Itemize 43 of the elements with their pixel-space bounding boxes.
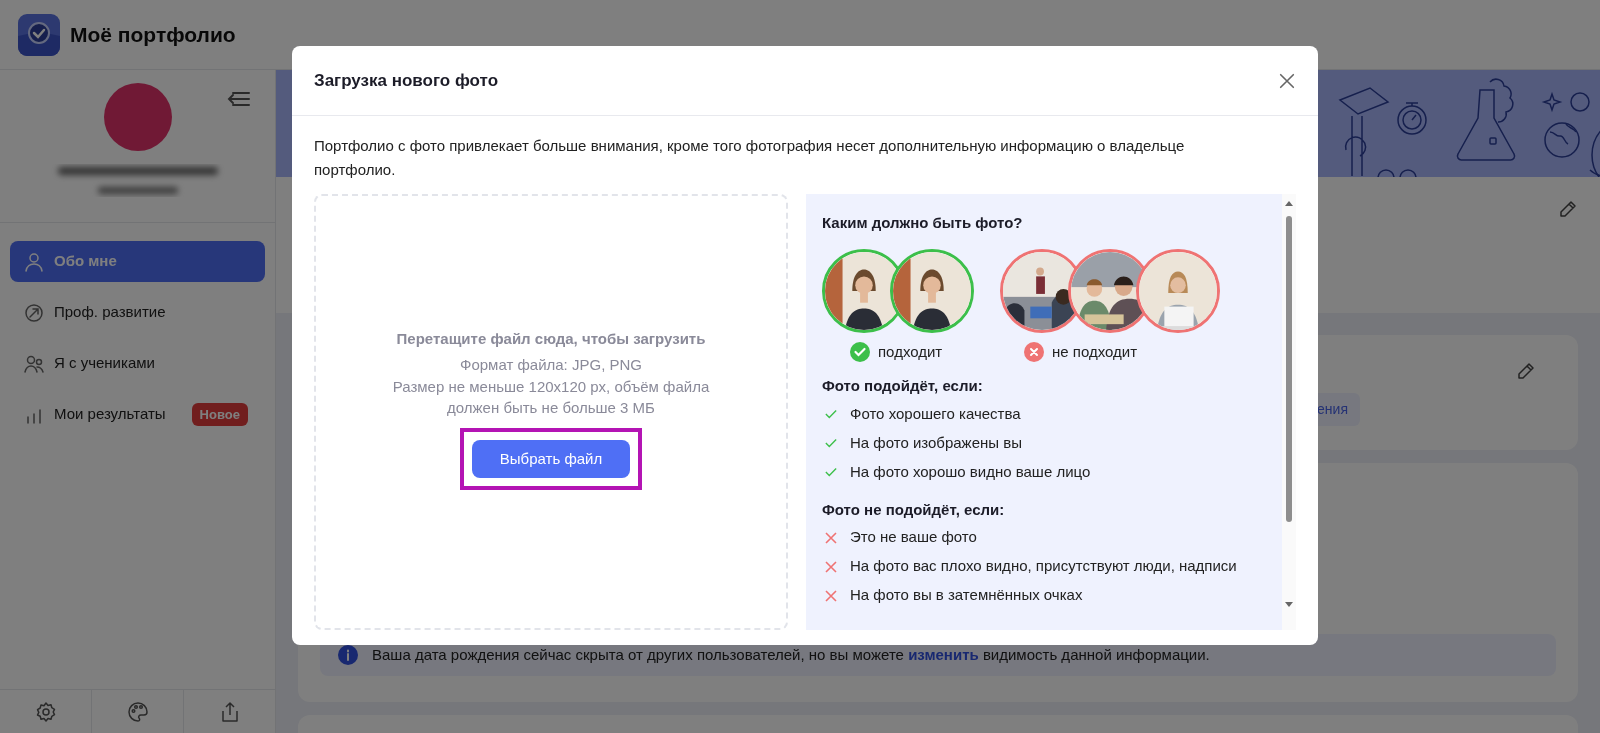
info-text: Ваша дата рождения сейчас скрыта от других пользователей, но вы можете изменить видимость данной информации. [372, 644, 1210, 665]
nav-item[interactable]: Мои результаты Новое [10, 394, 265, 435]
verdict-label: не подходит [1052, 341, 1138, 362]
rule-text: Фото хорошего качества [850, 403, 1021, 424]
rules-heading: Фото подойдёт, если: [822, 376, 984, 396]
rule-text: На фото вас плохо видно, присутствуют люди, надписи [850, 556, 1237, 577]
nav-item[interactable]: Обо мне [10, 241, 265, 282]
check-icon [824, 408, 838, 420]
cross-icon [824, 588, 838, 603]
drop-heading: Перетащите файл сюда, чтобы загрузить [396, 329, 706, 349]
edit-icon[interactable] [1558, 199, 1578, 219]
verdict-label: подходит [878, 341, 943, 362]
check-icon [824, 466, 838, 478]
rule-text: На фото вы в затемнённых очках [850, 585, 1083, 606]
person-icon [24, 251, 44, 272]
check-icon [824, 437, 838, 449]
edit-icon[interactable] [1516, 361, 1536, 381]
guide-title: Каким должно быть фото? [822, 213, 1024, 233]
rule-text: Это не ваше фото [850, 527, 977, 548]
nav-item[interactable]: Проф. развитие [10, 292, 265, 333]
cross-circle-icon [1024, 341, 1044, 362]
rules-heading: Фото не подойдёт, если: [822, 499, 1006, 520]
size-text: Размер не меньше 120x120 px, объём файла должен быть не больше 3 МБ [391, 377, 711, 418]
rule-text: На фото хорошо видно ваше лицо [850, 461, 1091, 482]
growth-icon [24, 302, 44, 323]
logo-icon[interactable] [18, 13, 60, 56]
check-circle-icon [850, 341, 870, 362]
cross-icon [824, 559, 838, 574]
cross-icon [824, 530, 838, 545]
format-text: Формат файла: JPG, PNG [460, 354, 642, 375]
drop-zone[interactable]: Перетащите файл сюда, чтобы загрузить Формат файла: JPG, PNG Размер не меньше 120x120 px, объём файла должен быть не больше 3 МБ Выбрать файл [314, 194, 788, 630]
choose-file-button[interactable]: Выбрать файл [472, 440, 630, 478]
palette-icon[interactable] [126, 700, 149, 723]
app-title: Моё портфолио [70, 21, 236, 48]
rule-text: На фото изображены вы [850, 432, 1022, 453]
new-badge: Новое [191, 402, 248, 427]
close-icon[interactable] [1278, 71, 1296, 90]
change-link[interactable]: изменить [908, 645, 979, 663]
students-icon [24, 353, 44, 374]
settings-icon[interactable] [34, 700, 57, 723]
nav-item[interactable]: Я с учениками [10, 343, 265, 384]
dialog-title: Загрузка нового фото [314, 69, 499, 92]
dialog-description: Портфолио с фото привлекает больше внимания, кроме того фотография несет дополнительную информацию о владельце портфолио. [314, 136, 1186, 180]
